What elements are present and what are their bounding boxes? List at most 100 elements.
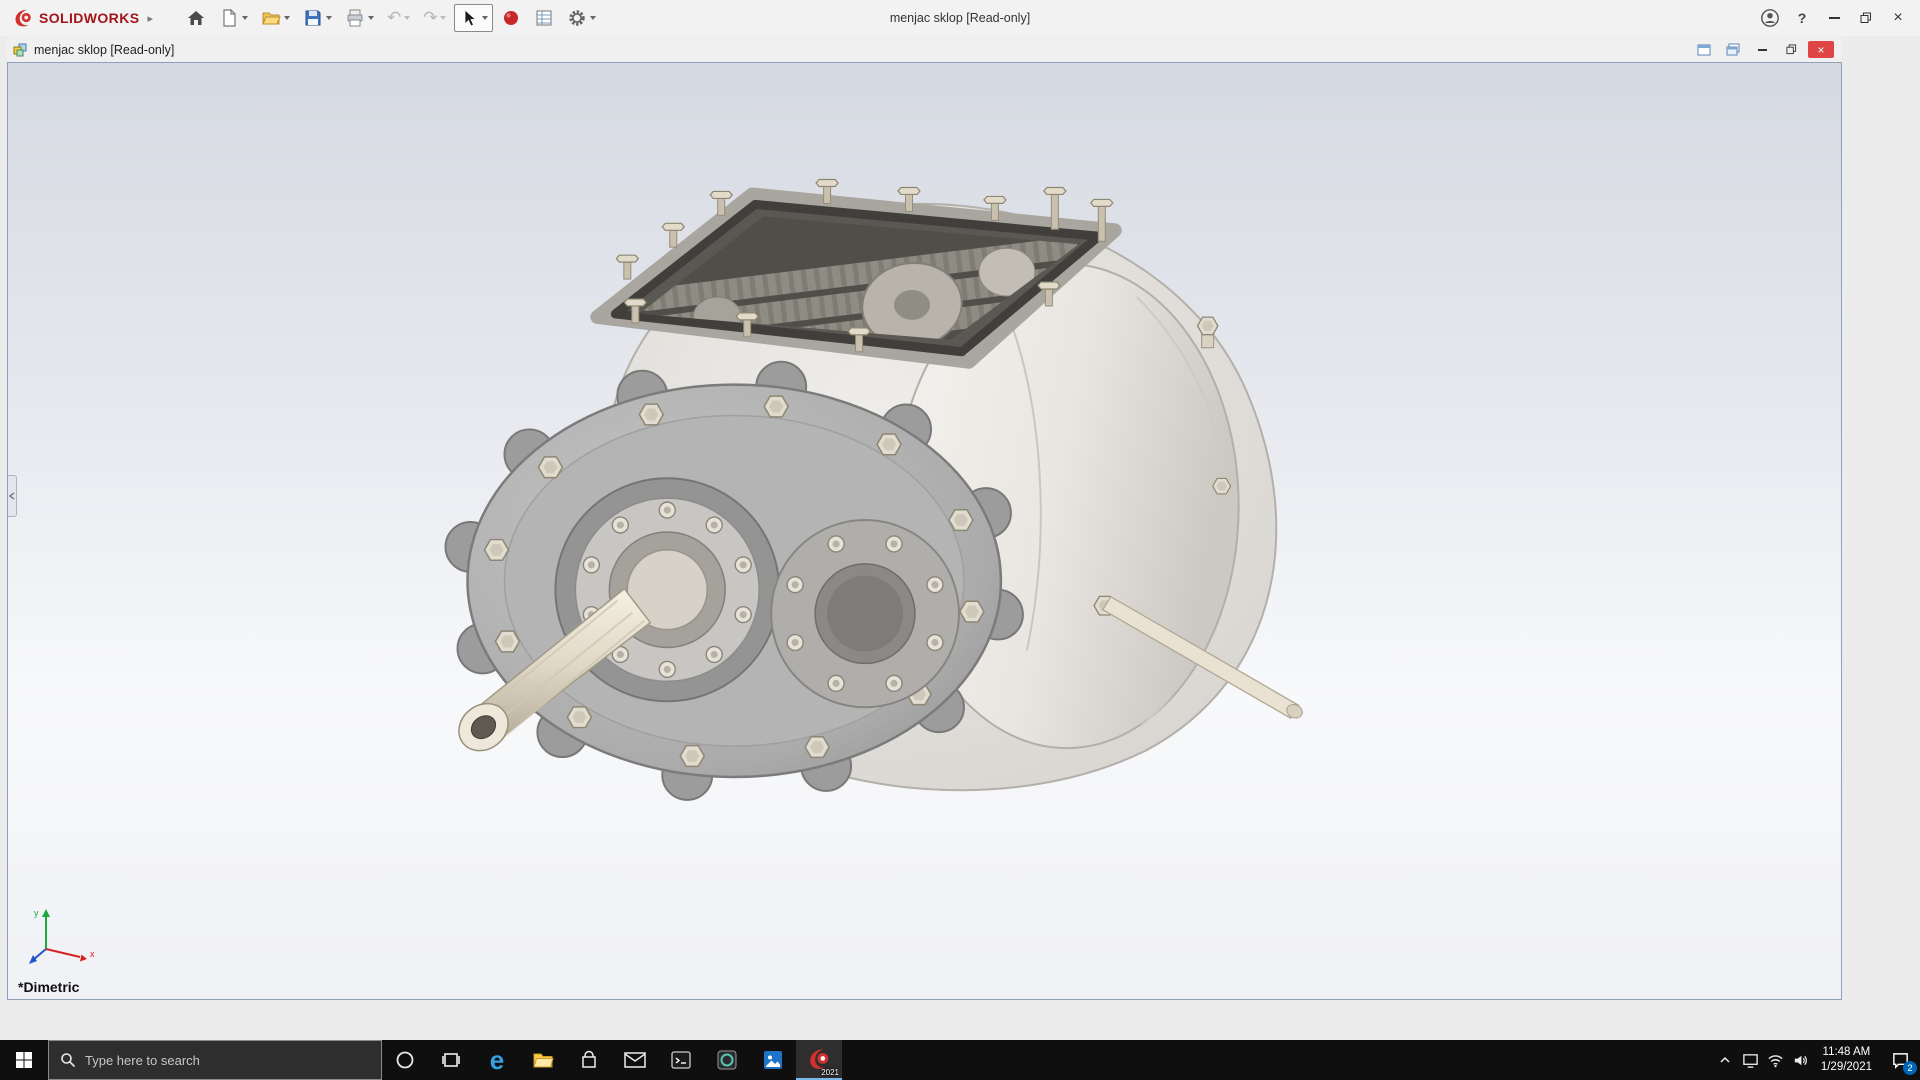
view-orientation-label: *Dimetric — [18, 979, 80, 995]
volume-tray-button[interactable] — [1788, 1040, 1813, 1080]
quick-access-toolbar: ↶ ↷ — [181, 4, 602, 32]
dropdown-caret-icon[interactable] — [482, 16, 489, 20]
task-view-icon — [442, 1053, 460, 1067]
mail-icon — [624, 1052, 646, 1068]
system-tray: 11:48 AM 1/29/2021 2 — [1713, 1040, 1920, 1080]
document-window-controls: × — [1692, 41, 1837, 58]
action-center-button[interactable]: 2 — [1880, 1040, 1920, 1080]
account-button[interactable] — [1754, 4, 1786, 32]
tile-window-button[interactable] — [1692, 41, 1716, 58]
cortana-button[interactable] — [382, 1040, 428, 1080]
open-folder-icon — [262, 12, 281, 25]
document-title: menjac sklop [Read-only] — [34, 42, 175, 57]
red-ball-icon — [504, 11, 519, 25]
network-tray-button[interactable] — [1763, 1040, 1788, 1080]
select-cursor-icon — [465, 9, 478, 27]
properties-table-button[interactable] — [529, 4, 559, 32]
start-button[interactable] — [0, 1040, 48, 1080]
close-button[interactable]: × — [1882, 4, 1914, 32]
help-button[interactable]: ? — [1786, 4, 1818, 32]
home-button[interactable] — [181, 4, 211, 32]
cascade-window-button[interactable] — [1721, 41, 1745, 58]
3d-model-gearbox[interactable] — [8, 63, 1841, 999]
solidworks-taskbar-button[interactable]: 2021 — [796, 1040, 842, 1080]
search-icon — [61, 1053, 76, 1068]
edge-icon: e — [489, 1045, 505, 1075]
dropdown-caret-icon[interactable] — [367, 16, 374, 20]
window-title: menjac sklop [Read-only] — [889, 11, 1031, 25]
document-window: menjac sklop [Read-only] × y x *Dimetric — [7, 37, 1842, 1000]
store-bag-icon — [582, 1050, 596, 1068]
cortana-icon — [396, 1051, 414, 1069]
windows-taskbar: e 2021 — [0, 1040, 1920, 1080]
wifi-icon — [1768, 1054, 1783, 1067]
search-input[interactable] — [85, 1052, 370, 1068]
redo-icon: ↷ — [423, 7, 438, 28]
solidworks-logo-icon — [15, 9, 31, 27]
print-icon — [347, 9, 363, 27]
avatar-icon — [1761, 9, 1779, 27]
home-icon — [187, 11, 204, 25]
new-document-button[interactable] — [214, 4, 253, 32]
help-icon: ? — [1797, 10, 1807, 26]
dropdown-caret-icon[interactable] — [404, 16, 411, 20]
doc-close-button[interactable]: × — [1808, 41, 1834, 58]
edge-button[interactable]: e — [474, 1040, 520, 1080]
redo-button[interactable]: ↷ — [418, 6, 451, 31]
restore-icon — [1860, 12, 1871, 23]
workspace-area: menjac sklop [Read-only] × y x *Dimetric — [0, 36, 1920, 1040]
y-axis-arrow — [42, 909, 50, 917]
show-hidden-icons-button[interactable] — [1713, 1040, 1738, 1080]
red-ball-tool-button[interactable] — [496, 4, 526, 32]
terminal-app-button[interactable] — [658, 1040, 704, 1080]
restore-icon — [1785, 44, 1796, 55]
notification-count-badge: 2 — [1903, 1061, 1917, 1075]
store-button[interactable] — [566, 1040, 612, 1080]
titlebar: SOLIDWORKS ▸ ↶ ↷ menjac sklop [Read-only… — [0, 0, 1920, 36]
chevron-left-icon — [9, 492, 15, 500]
doc-minimize-button[interactable] — [1750, 41, 1774, 58]
display-tray-button[interactable] — [1738, 1040, 1763, 1080]
taskbar-clock[interactable]: 11:48 AM 1/29/2021 — [1813, 1045, 1880, 1075]
orientation-triad[interactable]: y x — [24, 903, 102, 967]
minimize-button[interactable] — [1818, 4, 1850, 32]
file-explorer-button[interactable] — [520, 1040, 566, 1080]
dropdown-caret-icon[interactable] — [590, 16, 597, 20]
photos-app-button[interactable] — [750, 1040, 796, 1080]
dropdown-caret-icon[interactable] — [325, 16, 332, 20]
solidworks-year-badge: 2021 — [821, 1068, 839, 1077]
undo-button[interactable]: ↶ — [382, 6, 415, 31]
open-document-button[interactable] — [256, 4, 295, 32]
y-axis-label: y — [34, 908, 39, 918]
save-button[interactable] — [298, 4, 337, 32]
select-tool-button[interactable] — [454, 4, 494, 32]
graphics-area[interactable]: y x *Dimetric — [7, 62, 1842, 1000]
mail-button[interactable] — [612, 1040, 658, 1080]
featuremanager-collapsed-tab[interactable] — [8, 474, 17, 517]
options-button[interactable] — [562, 4, 601, 32]
table-icon — [536, 10, 552, 26]
misc-app-icon — [717, 1050, 737, 1070]
gear-icon — [569, 10, 586, 26]
doc-restore-button[interactable] — [1779, 41, 1803, 58]
dropdown-caret-icon[interactable] — [283, 16, 290, 20]
taskbar-search[interactable] — [48, 1040, 382, 1080]
maximize-button[interactable] — [1850, 4, 1882, 32]
menu-expand-icon[interactable]: ▸ — [147, 12, 153, 25]
misc-app-button[interactable] — [704, 1040, 750, 1080]
print-button[interactable] — [340, 4, 379, 32]
volume-icon — [1794, 1055, 1807, 1065]
titlebar-controls: ? × — [1754, 4, 1920, 32]
assembly-document-icon — [13, 43, 27, 56]
terminal-icon — [671, 1051, 691, 1069]
undo-icon: ↶ — [386, 7, 402, 28]
task-view-button[interactable] — [428, 1040, 474, 1080]
tile-window-icon — [1697, 44, 1711, 55]
output-cover — [770, 519, 960, 709]
x-axis-arrow — [80, 954, 87, 962]
dropdown-caret-icon[interactable] — [241, 16, 248, 20]
close-icon: × — [1893, 9, 1903, 26]
chevron-up-icon — [1720, 1056, 1730, 1063]
save-icon — [305, 10, 321, 26]
dropdown-caret-icon[interactable] — [440, 16, 447, 20]
